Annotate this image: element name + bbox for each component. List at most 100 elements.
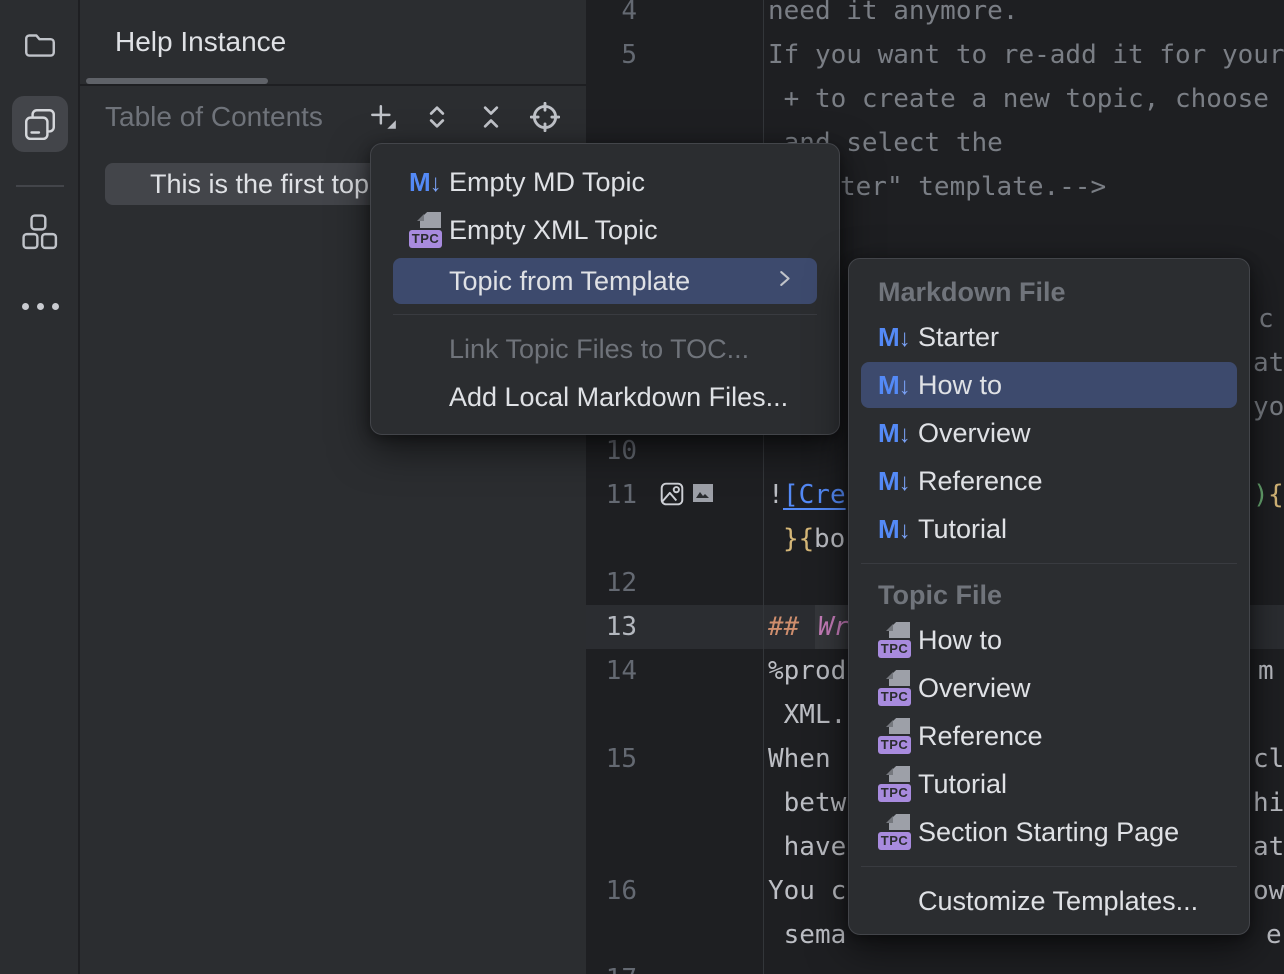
writerside-window: Help Instance Table of Contents xyxy=(0,0,1284,974)
submenu-item-md-tutorial[interactable]: M↓Tutorial xyxy=(849,505,1249,553)
more-tool-windows-button[interactable] xyxy=(12,278,68,334)
expand-all-button[interactable] xyxy=(422,102,452,132)
topic-file-icon: TPC xyxy=(878,622,914,658)
topic-template-submenu: Markdown File M↓StarterM↓How toM↓Overvie… xyxy=(848,258,1250,935)
menu-item-empty-md-topic[interactable]: M↓ Empty MD Topic xyxy=(371,158,839,206)
structure-icon xyxy=(22,214,58,250)
submenu-item-topic-reference[interactable]: TPCReference xyxy=(849,712,1249,760)
code-segment: If you want to re-add it for your xyxy=(768,33,1284,77)
toc-tool-window-button[interactable] xyxy=(12,96,68,152)
topic-file-icon: TPC xyxy=(878,814,914,850)
submenu-item-topic-how-to[interactable]: TPCHow to xyxy=(849,616,1249,664)
line-number: 10 xyxy=(586,429,637,473)
strip-divider xyxy=(16,185,64,187)
markdown-file-icon: M↓ xyxy=(878,322,914,353)
menu-item-link-topic-files: Link Topic Files to TOC... xyxy=(371,325,839,373)
toc-section-title: Table of Contents xyxy=(105,101,323,133)
collapse-all-button[interactable] xyxy=(476,102,506,132)
editor-row: + to create a new topic, choose xyxy=(586,77,1284,121)
menu-item-label: Tutorial xyxy=(918,769,1007,800)
menu-item-label: Section Starting Page xyxy=(918,817,1179,848)
submenu-item-md-overview[interactable]: M↓Overview xyxy=(849,409,1249,457)
menu-separator xyxy=(861,563,1237,564)
code-segment: + to create a new topic, choose xyxy=(768,77,1269,121)
code-segment: bo xyxy=(814,517,845,561)
markdown-file-icon: M↓ xyxy=(409,167,445,198)
submenu-item-topic-overview[interactable]: TPCOverview xyxy=(849,664,1249,712)
structure-tool-button[interactable] xyxy=(12,204,68,260)
code-segment: [Cre xyxy=(783,473,846,517)
code-segment: ow xyxy=(1253,869,1284,913)
menu-item-label: How to xyxy=(918,625,1002,656)
submenu-item-md-reference[interactable]: M↓Reference xyxy=(849,457,1249,505)
code-segment: ## xyxy=(768,605,815,649)
submenu-item-topic-tutorial[interactable]: TPCTutorial xyxy=(849,760,1249,808)
menu-separator xyxy=(393,314,817,315)
code-segment: ter" template.--> xyxy=(840,165,1106,209)
code-segment: ! xyxy=(768,473,784,517)
topic-file-icon: TPC xyxy=(878,766,914,802)
editor-row: 17 xyxy=(586,957,1284,974)
add-topic-button[interactable] xyxy=(368,102,398,132)
topic-file-icon: TPC xyxy=(409,212,445,248)
code-segment: Wr xyxy=(815,605,852,649)
line-number: 17 xyxy=(586,957,637,974)
menu-item-add-local-markdown[interactable]: Add Local Markdown Files... xyxy=(371,373,839,421)
toc-toolbar: Table of Contents xyxy=(80,88,586,146)
code-segment: { xyxy=(1268,473,1284,517)
code-segment: yo xyxy=(1253,385,1284,429)
expand-all-icon xyxy=(423,103,451,131)
instances-icon xyxy=(22,106,58,142)
code-segment: c xyxy=(1258,297,1274,341)
line-number: 12 xyxy=(586,561,637,605)
add-topic-context-menu: M↓ Empty MD Topic TPC Empty XML Topic To… xyxy=(370,143,840,435)
tool-window-title: Help Instance xyxy=(115,0,286,84)
target-icon xyxy=(530,102,560,132)
submenu-item-topic-section-starting-page[interactable]: TPCSection Starting Page xyxy=(849,808,1249,856)
code-segment: XML. xyxy=(768,693,846,737)
collapse-all-icon xyxy=(477,103,505,131)
menu-item-topic-from-template[interactable]: Topic from Template xyxy=(393,258,817,304)
menu-item-empty-xml-topic[interactable]: TPC Empty XML Topic xyxy=(371,206,839,254)
image-outline-icon xyxy=(659,481,685,507)
image-filled-icon xyxy=(691,481,715,505)
tool-window-header: Help Instance xyxy=(80,0,586,86)
locate-file-button[interactable] xyxy=(530,102,560,132)
markdown-file-icon: M↓ xyxy=(878,466,914,497)
line-number: 5 xyxy=(586,33,637,77)
code-segment: When xyxy=(768,737,846,781)
plus-dropdown-icon xyxy=(368,102,398,132)
markdown-file-icon: M↓ xyxy=(878,514,914,545)
menu-item-label: Overview xyxy=(918,418,1031,449)
topic-file-icon: TPC xyxy=(878,670,914,706)
more-icon xyxy=(22,303,59,310)
active-tab-underline xyxy=(86,78,268,84)
code-segment: %prod xyxy=(768,649,846,693)
code-segment: cl xyxy=(1253,737,1284,781)
project-folder-icon[interactable] xyxy=(12,17,68,73)
submenu-header-topic-file: Topic File xyxy=(849,574,1249,616)
markdown-file-icon: M↓ xyxy=(878,370,914,401)
line-number: 15 xyxy=(586,737,637,781)
code-segment: m xyxy=(1258,649,1274,693)
code-segment: hi xyxy=(1253,781,1284,825)
code-segment: ) xyxy=(1253,473,1269,517)
code-segment: have xyxy=(768,825,846,869)
editor-row: 5 If you want to re-add it for your xyxy=(586,33,1284,77)
menu-item-label: Reference xyxy=(918,721,1043,752)
toc-item-label: This is the first topic xyxy=(105,169,389,200)
code-segment: You c xyxy=(768,869,846,913)
code-segment: at xyxy=(1253,825,1284,869)
line-number: 13 xyxy=(586,605,637,649)
menu-item-customize-templates[interactable]: Customize Templates... xyxy=(849,877,1249,925)
menu-separator xyxy=(861,866,1237,867)
submenu-item-md-starter[interactable]: M↓Starter xyxy=(849,313,1249,361)
gutter-image-preview-icons[interactable] xyxy=(659,481,715,507)
code-segment: need it anymore. xyxy=(768,0,1018,33)
left-tool-strip xyxy=(0,0,80,974)
menu-item-label: Overview xyxy=(918,673,1031,704)
topic-file-icon: TPC xyxy=(878,718,914,754)
line-number: 4 xyxy=(586,0,637,33)
submenu-item-md-how-to[interactable]: M↓How to xyxy=(861,362,1237,408)
submenu-chevron-icon xyxy=(773,266,795,297)
